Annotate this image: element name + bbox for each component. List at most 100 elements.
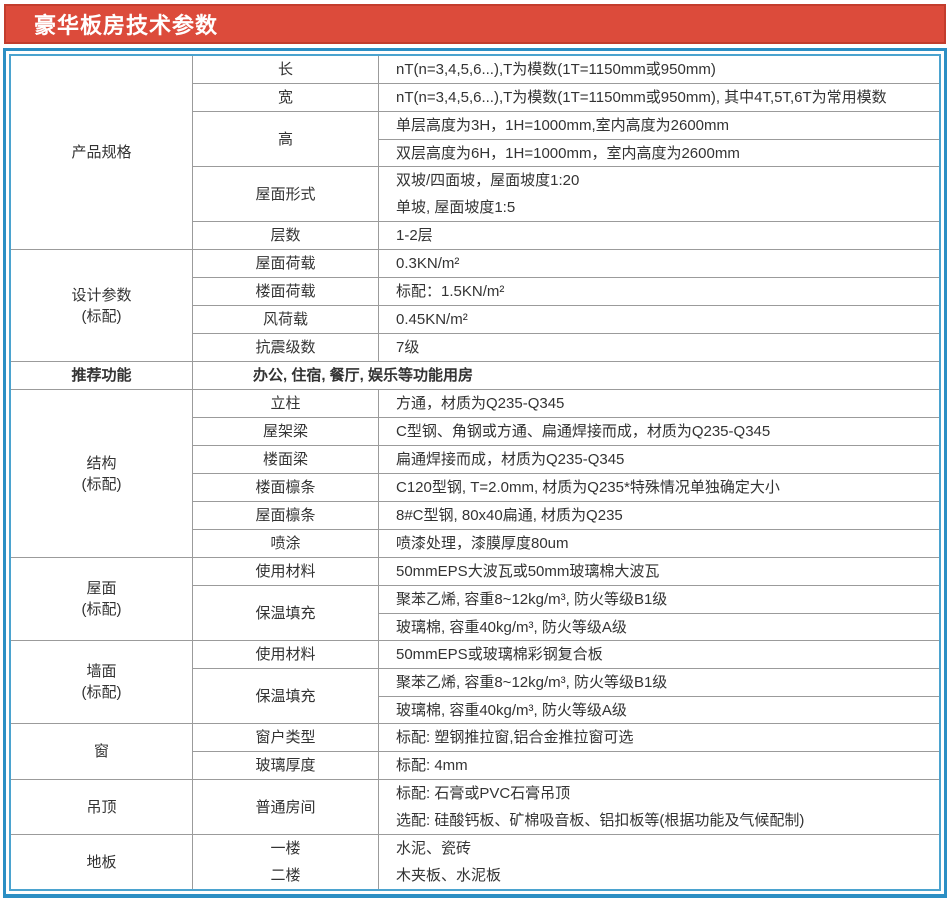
page-title: 豪华板房技术参数 xyxy=(6,8,218,40)
param-value: C120型钢, T=2.0mm, 材质为Q235*特殊情况单独确定大小 xyxy=(379,474,939,501)
param-value: 标配: 石膏或PVC石膏吊顶 xyxy=(379,780,939,807)
param-label-text: 一楼 xyxy=(270,835,300,862)
category-label: 结构 xyxy=(86,453,116,474)
param-label: 楼面荷载 xyxy=(193,278,379,305)
param-label-text: 屋面荷载 xyxy=(255,250,315,277)
param-value-cell: 50mmEPS或玻璃棉彩钢复合板 xyxy=(379,641,939,668)
param-value-cell: C型钢、角钢或方通、扁通焊接而成，材质为Q235-Q345 xyxy=(379,418,939,445)
param-label: 风荷载 xyxy=(193,306,379,333)
table-row: 使用材料 50mmEPS或玻璃棉彩钢复合板 xyxy=(193,641,939,668)
param-label-text: 高 xyxy=(278,126,293,153)
table-row: 楼面荷载 标配：1.5KN/m² xyxy=(193,277,939,305)
table-row: 屋面形式 双坡/四面坡，屋面坡度1:20 单坡, 屋面坡度1:5 xyxy=(193,166,939,221)
section-recommended-use: 推荐功能 办公, 住宿, 餐厅, 娱乐等功能用房 xyxy=(11,361,939,389)
param-label-text: 长 xyxy=(278,56,293,83)
category-cell: 屋面 (标配) xyxy=(11,558,193,640)
category-label: 吊顶 xyxy=(86,797,116,818)
category-cell: 窗 xyxy=(11,724,193,779)
param-label-text: 楼面檩条 xyxy=(255,474,315,501)
param-value: 方通，材质为Q235-Q345 xyxy=(379,390,939,417)
section-ceiling: 吊顶 普通房间 标配: 石膏或PVC石膏吊顶 选配: 硅酸钙板、矿棉吸音板、铝扣… xyxy=(11,779,939,834)
table-row: 使用材料 50mmEPS大波瓦或50mm玻璃棉大波瓦 xyxy=(193,558,939,585)
param-label: 立柱 xyxy=(193,390,379,417)
param-label-text: 使用材料 xyxy=(255,558,315,585)
param-label-text: 保温填充 xyxy=(255,600,315,627)
param-value-cell: 标配: 石膏或PVC石膏吊顶 选配: 硅酸钙板、矿棉吸音板、铝扣板等(根据功能及… xyxy=(379,780,939,834)
param-value-cell: 喷漆处理，漆膜厚度80um xyxy=(379,530,939,557)
param-value: 单层高度为3H，1H=1000mm,室内高度为2600mm xyxy=(379,112,939,139)
param-label-text: 屋面檩条 xyxy=(255,502,315,529)
table-row: 保温填充 聚苯乙烯, 容重8~12kg/m³, 防火等级B1级 玻璃棉, 容重4… xyxy=(193,668,939,723)
param-value: 聚苯乙烯, 容重8~12kg/m³, 防火等级B1级 xyxy=(379,586,939,613)
param-value-cell: 1-2层 xyxy=(379,222,939,249)
table-row: 长 nT(n=3,4,5,6...),T为模数(1T=1150mm或950mm) xyxy=(193,56,939,83)
category-cell: 产品规格 xyxy=(11,56,193,249)
param-label: 保温填充 xyxy=(193,586,379,640)
spec-table: 产品规格 长 nT(n=3,4,5,6...),T为模数(1T=1150mm或9… xyxy=(9,54,941,891)
param-value-cell: 扁通焊接而成，材质为Q235-Q345 xyxy=(379,446,939,473)
param-label: 屋架梁 xyxy=(193,418,379,445)
param-label-text: 二楼 xyxy=(270,862,300,889)
param-label-text: 保温填充 xyxy=(255,683,315,710)
param-value-cell: nT(n=3,4,5,6...),T为模数(1T=1150mm或950mm) xyxy=(379,56,939,83)
param-label: 楼面梁 xyxy=(193,446,379,473)
param-value-cell: 聚苯乙烯, 容重8~12kg/m³, 防火等级B1级 玻璃棉, 容重40kg/m… xyxy=(379,669,939,723)
param-label-text: 层数 xyxy=(270,222,300,249)
table-row: 立柱 方通，材质为Q235-Q345 xyxy=(193,390,939,417)
param-label: 保温填充 xyxy=(193,669,379,723)
table-row: 楼面梁 扁通焊接而成，材质为Q235-Q345 xyxy=(193,445,939,473)
param-label: 使用材料 xyxy=(193,558,379,585)
category-label: 设计参数 xyxy=(71,285,131,306)
param-label-text: 抗震级数 xyxy=(255,334,315,361)
param-label: 窗户类型 xyxy=(193,724,379,751)
param-value: nT(n=3,4,5,6...),T为模数(1T=1150mm或950mm) xyxy=(379,56,939,83)
param-label-text: 立柱 xyxy=(270,390,300,417)
param-value-cell: 0.45KN/m² xyxy=(379,306,939,333)
param-value: 50mmEPS大波瓦或50mm玻璃棉大波瓦 xyxy=(379,558,939,585)
category-cell: 墙面 (标配) xyxy=(11,641,193,723)
param-value: 标配：1.5KN/m² xyxy=(379,278,939,305)
category-cell: 地板 xyxy=(11,835,193,889)
category-label: 推荐功能 xyxy=(71,365,131,386)
category-label: 产品规格 xyxy=(71,142,131,163)
param-label: 长 xyxy=(193,56,379,83)
param-value: 喷漆处理，漆膜厚度80um xyxy=(379,530,939,557)
param-label-text: 宽 xyxy=(278,84,293,111)
param-value: 1-2层 xyxy=(379,222,939,249)
param-label-text: 楼面荷载 xyxy=(255,278,315,305)
section-structure: 结构 (标配) 立柱 方通，材质为Q235-Q345 屋架梁 C型钢、角钢或方通… xyxy=(11,389,939,557)
param-label-text: 屋架梁 xyxy=(263,418,308,445)
param-value-cell: 双坡/四面坡，屋面坡度1:20 单坡, 屋面坡度1:5 xyxy=(379,167,939,221)
param-value-cell: 0.3KN/m² xyxy=(379,250,939,277)
param-value: 木夹板、水泥板 xyxy=(379,862,939,889)
section-product-spec: 产品规格 长 nT(n=3,4,5,6...),T为模数(1T=1150mm或9… xyxy=(11,56,939,249)
param-value: 标配: 塑钢推拉窗,铝合金推拉窗可选 xyxy=(379,724,939,751)
table-row: 喷涂 喷漆处理，漆膜厚度80um xyxy=(193,529,939,557)
table-row: 屋架梁 C型钢、角钢或方通、扁通焊接而成，材质为Q235-Q345 xyxy=(193,417,939,445)
table-row: 玻璃厚度 标配: 4mm xyxy=(193,751,939,779)
category-label: 墙面 xyxy=(86,661,116,682)
param-value: 双坡/四面坡，屋面坡度1:20 xyxy=(379,167,939,194)
param-value-cell: C120型钢, T=2.0mm, 材质为Q235*特殊情况单独确定大小 xyxy=(379,474,939,501)
param-value: 双层高度为6H，1H=1000mm，室内高度为2600mm xyxy=(379,139,939,166)
param-value: 8#C型钢, 80x40扁通, 材质为Q235 xyxy=(379,502,939,529)
param-value: 玻璃棉, 容重40kg/m³, 防火等级A级 xyxy=(379,613,939,640)
category-sublabel: (标配) xyxy=(82,599,122,620)
param-label: 普通房间 xyxy=(193,780,379,834)
param-label: 层数 xyxy=(193,222,379,249)
param-label: 抗震级数 xyxy=(193,334,379,361)
param-label-text: 玻璃厚度 xyxy=(255,752,315,779)
table-row: 普通房间 标配: 石膏或PVC石膏吊顶 选配: 硅酸钙板、矿棉吸音板、铝扣板等(… xyxy=(193,780,939,834)
param-value: 50mmEPS或玻璃棉彩钢复合板 xyxy=(379,641,939,668)
section-floor: 地板 一楼 二楼 水泥、瓷砖 木夹板、水泥板 xyxy=(11,834,939,889)
param-value-cell: 标配: 4mm xyxy=(379,752,939,779)
param-value: 7级 xyxy=(379,334,939,361)
section-wall: 墙面 (标配) 使用材料 50mmEPS或玻璃棉彩钢复合板 保温填充 聚苯乙烯,… xyxy=(11,640,939,723)
param-value-cell: 7级 xyxy=(379,334,939,361)
category-label: 屋面 xyxy=(86,578,116,599)
param-value-cell: 50mmEPS大波瓦或50mm玻璃棉大波瓦 xyxy=(379,558,939,585)
table-row: 楼面檩条 C120型钢, T=2.0mm, 材质为Q235*特殊情况单独确定大小 xyxy=(193,473,939,501)
category-cell: 结构 (标配) xyxy=(11,390,193,557)
param-label: 玻璃厚度 xyxy=(193,752,379,779)
param-label: 使用材料 xyxy=(193,641,379,668)
